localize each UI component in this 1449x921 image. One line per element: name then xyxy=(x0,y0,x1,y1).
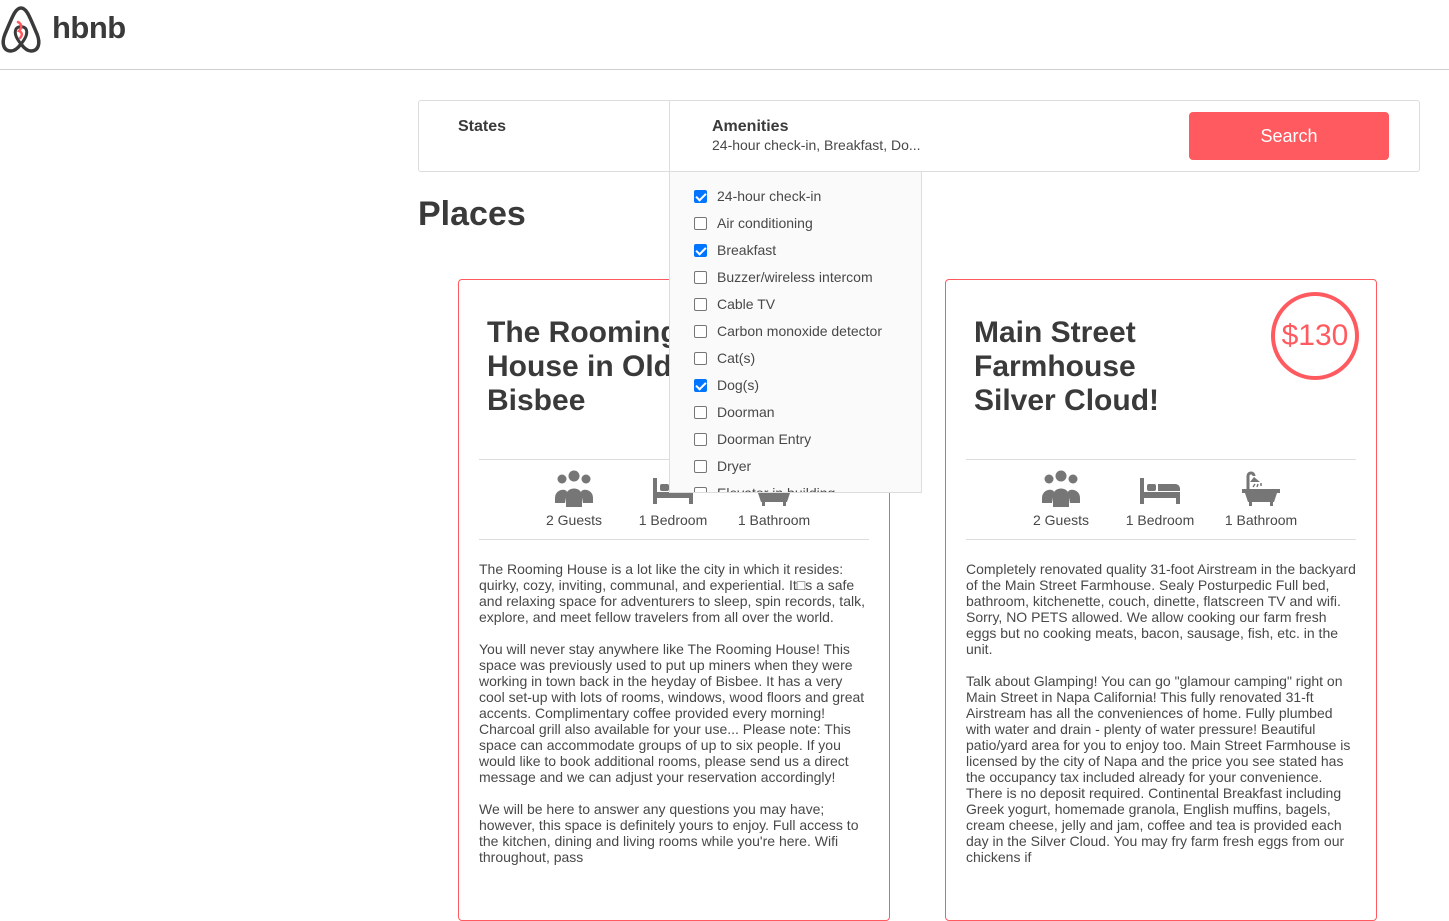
guests-info: 2 Guests xyxy=(1011,470,1111,528)
amenity-option[interactable]: Doorman Entry xyxy=(694,429,811,449)
states-filter[interactable]: States xyxy=(419,101,670,171)
bathrooms-info: 1 Bathroom xyxy=(1211,470,1311,528)
amenity-option[interactable]: Doorman xyxy=(694,402,775,422)
amenity-label: Carbon monoxide detector xyxy=(717,323,882,339)
divider xyxy=(479,539,869,540)
amenity-checkbox[interactable] xyxy=(694,270,707,284)
amenity-label: Dryer xyxy=(717,458,752,474)
amenity-option[interactable]: Cat(s) xyxy=(694,348,755,368)
amenity-label: Breakfast xyxy=(717,242,777,258)
place-card: Main Street Farmhouse Silver Cloud! $130… xyxy=(945,279,1377,921)
divider xyxy=(966,539,1356,540)
guests-label: 2 Guests xyxy=(545,512,603,528)
amenities-dropdown[interactable]: 24-hour check-in Air conditioning Breakfas… xyxy=(669,172,922,493)
guests-icon xyxy=(555,470,593,507)
amenity-checkbox[interactable] xyxy=(694,189,707,203)
places-title: Places xyxy=(418,195,526,233)
amenity-checkbox[interactable] xyxy=(694,351,707,365)
amenities-selected-summary: 24-hour check-in, Breakfast, Do... xyxy=(712,137,921,153)
bedrooms-info: 1 Bedroom xyxy=(1110,470,1210,528)
amenity-label: Dog(s) xyxy=(717,377,760,393)
shower-icon xyxy=(1242,471,1280,506)
amenity-option[interactable]: Cable TV xyxy=(694,294,775,314)
description-paragraph: You will never stay anywhere like The Ro… xyxy=(479,641,865,785)
bedrooms-label: 1 Bedroom xyxy=(1125,512,1195,528)
amenity-checkbox[interactable] xyxy=(694,405,707,419)
divider xyxy=(966,459,1356,460)
guests-label: 2 Guests xyxy=(1032,512,1090,528)
amenity-option[interactable]: Breakfast xyxy=(694,240,776,260)
amenity-checkbox[interactable] xyxy=(694,297,707,311)
amenity-checkbox[interactable] xyxy=(694,216,707,230)
bathrooms-label: 1 Bathroom xyxy=(737,512,811,528)
amenity-label: Doorman xyxy=(717,404,775,420)
amenity-label: Cat(s) xyxy=(717,350,756,366)
amenity-option[interactable]: Dog(s) xyxy=(694,375,759,395)
amenity-option[interactable]: Air conditioning xyxy=(694,213,813,233)
amenity-option[interactable]: Carbon monoxide detector xyxy=(694,321,882,341)
bathrooms-label: 1 Bathroom xyxy=(1224,512,1298,528)
amenity-checkbox[interactable] xyxy=(694,486,707,492)
amenity-label: Air conditioning xyxy=(717,215,813,231)
header: hbnb xyxy=(0,0,1449,70)
guests-icon xyxy=(1042,470,1080,507)
amenity-checkbox[interactable] xyxy=(694,459,707,473)
amenity-option[interactable]: Dryer xyxy=(694,456,751,476)
description-paragraph: Talk about Glamping! You can go "glamour… xyxy=(966,673,1351,865)
amenities-label: Amenities xyxy=(712,118,789,135)
amenity-checkbox[interactable] xyxy=(694,243,707,257)
amenities-filter[interactable]: Amenities 24-hour check-in, Breakfast, D… xyxy=(670,101,921,171)
filters-bar: States Amenities 24-hour check-in, Break… xyxy=(418,100,1420,172)
amenity-label: 24-hour check-in xyxy=(717,188,822,204)
description-paragraph: Completely renovated quality 31-foot Air… xyxy=(966,561,1356,657)
brand-name: hbnb xyxy=(52,10,126,45)
amenity-option[interactable]: Buzzer/wireless intercom xyxy=(694,267,873,287)
amenity-label: Cable TV xyxy=(717,296,776,312)
place-description: Completely renovated quality 31-foot Air… xyxy=(966,561,1358,881)
amenity-label: Buzzer/wireless intercom xyxy=(717,269,873,285)
price-badge: $130 xyxy=(1271,292,1359,380)
place-description: The Rooming House is a lot like the city… xyxy=(479,561,871,881)
amenity-checkbox[interactable] xyxy=(694,378,707,392)
amenity-label: Elevator in building xyxy=(717,485,836,493)
amenity-checkbox[interactable] xyxy=(694,324,707,338)
description-paragraph: We will be here to answer any questions … xyxy=(479,801,859,865)
states-label: States xyxy=(458,118,507,135)
search-button[interactable]: Search xyxy=(1189,112,1389,160)
amenity-option[interactable]: 24-hour check-in xyxy=(694,186,821,206)
bedrooms-label: 1 Bedroom xyxy=(638,512,708,528)
airbnb-logo-icon[interactable] xyxy=(0,4,42,54)
amenity-option[interactable]: Elevator in building xyxy=(694,483,836,493)
bed-icon xyxy=(1140,478,1180,504)
amenity-label: Doorman Entry xyxy=(717,431,812,447)
guests-info: 2 Guests xyxy=(524,470,624,528)
amenity-checkbox[interactable] xyxy=(694,432,707,446)
place-title: Main Street Farmhouse Silver Cloud! xyxy=(974,316,1160,417)
description-paragraph: The Rooming House is a lot like the city… xyxy=(479,561,865,625)
